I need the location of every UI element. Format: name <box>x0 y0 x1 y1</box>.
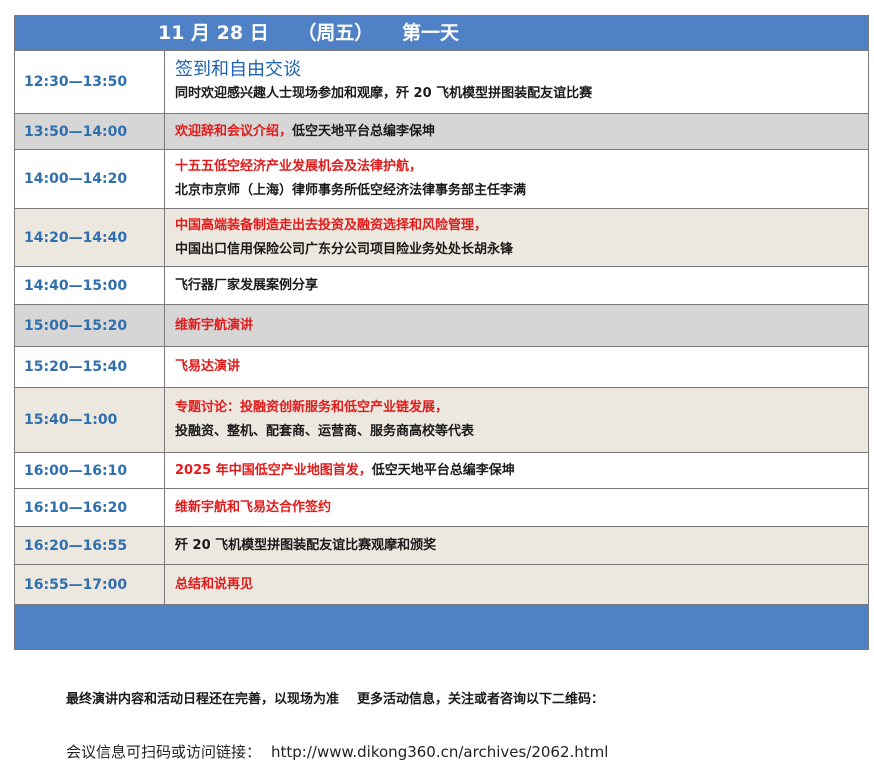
schedule-row: 14:20—14:40 中国高端装备制造走出去投资及融资选择和风险管理， 中国出… <box>15 208 868 266</box>
schedule-row: 16:55—17:00 总结和说再见 <box>15 564 868 604</box>
row-text: 飞行器厂家发展案例分享 <box>175 277 319 293</box>
row-text: 同时欢迎感兴趣人士现场参加和观摩，歼 20 飞机模型拼图装配友谊比赛 <box>175 86 593 101</box>
row-desc: 专题讨论：投融资创新服务和低空产业链发展， 投融资、整机、配套商、运营商、服务商… <box>165 388 868 452</box>
row-text: 总结和说再见 <box>175 576 254 592</box>
row-time: 16:00—16:10 <box>15 453 165 488</box>
row-topic: 十五五低空经济产业发展机会及法律护航， <box>175 159 423 174</box>
row-topic: 中国高端装备制造走出去投资及融资选择和风险管理， <box>175 217 488 233</box>
header-date: 11 月 28 日 <box>158 22 269 44</box>
note-text-2: 更多活动信息，关注或者咨询以下二维码： <box>357 692 605 707</box>
schedule-table: 11 月 28 日 （周五） 第一天 12:30—13:50 签到和自由交谈 同… <box>14 15 869 650</box>
row-time: 16:10—16:20 <box>15 489 165 526</box>
row-text: 欢迎辞和会议介绍，低空天地平台总编李保坤 <box>175 123 868 141</box>
row-desc: 飞易达演讲 <box>165 347 868 387</box>
row-title: 签到和自由交谈 <box>175 59 301 80</box>
row-topic: 专题讨论：投融资创新服务和低空产业链发展， <box>175 400 449 415</box>
header-day: 第一天 <box>402 22 460 44</box>
link-label: 会议信息可扫码或访问链接： <box>66 743 262 761</box>
row-time: 14:00—14:20 <box>15 150 165 208</box>
row-desc: 十五五低空经济产业发展机会及法律护航， 北京市京师（上海）律师事务所低空经济法律… <box>165 150 868 208</box>
schedule-row: 16:20—16:55 歼 20 飞机模型拼图装配友谊比赛观摩和颁奖 <box>15 526 868 564</box>
row-red-text: 2025 年中国低空产业地图首发， <box>175 462 372 478</box>
schedule-row: 15:40—1:00 专题讨论：投融资创新服务和低空产业链发展， 投融资、整机、… <box>15 387 868 452</box>
header-weekday: （周五） <box>297 22 374 44</box>
row-text: 维新宇航演讲 <box>175 317 254 333</box>
schedule-row: 16:00—16:10 2025 年中国低空产业地图首发，低空天地平台总编李保坤 <box>15 452 868 488</box>
schedule-row: 15:20—15:40 飞易达演讲 <box>15 346 868 387</box>
row-time: 14:20—14:40 <box>15 209 165 266</box>
row-desc: 中国高端装备制造走出去投资及融资选择和风险管理， 中国出口信用保险公司广东分公司… <box>165 209 868 266</box>
row-time: 16:20—16:55 <box>15 527 165 564</box>
row-text: 维新宇航和飞易达合作签约 <box>175 499 332 515</box>
schedule-row: 15:00—15:20 维新宇航演讲 <box>15 304 868 346</box>
note-text-1: 最终演讲内容和活动日程还在完善，以现场为准 <box>66 692 340 707</box>
row-speaker: 低空天地平台总编李保坤 <box>292 123 436 139</box>
row-time: 15:00—15:20 <box>15 305 165 346</box>
row-desc: 总结和说再见 <box>165 565 868 604</box>
row-desc: 飞行器厂家发展案例分享 <box>165 267 868 304</box>
row-time: 16:55—17:00 <box>15 565 165 604</box>
row-time: 12:30—13:50 <box>15 51 165 113</box>
row-time: 14:40—15:00 <box>15 267 165 304</box>
footer-bar <box>15 604 868 649</box>
row-red-text: 欢迎辞和会议介绍， <box>175 123 293 139</box>
row-text: 歼 20 飞机模型拼图装配友谊比赛观摩和颁奖 <box>175 537 437 553</box>
schedule-row: 16:10—16:20 维新宇航和飞易达合作签约 <box>15 488 868 526</box>
row-text: 2025 年中国低空产业地图首发，低空天地平台总编李保坤 <box>175 462 868 480</box>
schedule-row: 14:40—15:00 飞行器厂家发展案例分享 <box>15 266 868 304</box>
schedule-row: 14:00—14:20 十五五低空经济产业发展机会及法律护航， 北京市京师（上海… <box>15 149 868 208</box>
info-link-line: 会议信息可扫码或访问链接： http://www.dikong360.cn/arc… <box>66 741 608 762</box>
row-speaker: 低空天地平台总编李保坤 <box>371 462 515 478</box>
schedule-header: 11 月 28 日 （周五） 第一天 <box>15 16 868 50</box>
row-desc: 维新宇航演讲 <box>165 305 868 346</box>
row-time: 13:50—14:00 <box>15 114 165 149</box>
row-speaker: 中国出口信用保险公司广东分公司项目险业务处处长胡永锋 <box>175 241 514 257</box>
row-desc: 2025 年中国低空产业地图首发，低空天地平台总编李保坤 <box>165 453 868 488</box>
row-time: 15:20—15:40 <box>15 347 165 387</box>
row-desc: 签到和自由交谈 同时欢迎感兴趣人士现场参加和观摩，歼 20 飞机模型拼图装配友谊… <box>165 51 868 113</box>
row-desc: 歼 20 飞机模型拼图装配友谊比赛观摩和颁奖 <box>165 527 868 564</box>
row-time: 15:40—1:00 <box>15 388 165 452</box>
schedule-row: 13:50—14:00 欢迎辞和会议介绍，低空天地平台总编李保坤 <box>15 113 868 149</box>
info-link[interactable]: http://www.dikong360.cn/archives/2062.ht… <box>271 743 608 761</box>
schedule-note: 最终演讲内容和活动日程还在完善，以现场为准 更多活动信息，关注或者咨询以下二维码： <box>66 688 604 707</box>
row-desc: 欢迎辞和会议介绍，低空天地平台总编李保坤 <box>165 114 868 149</box>
schedule-row: 12:30—13:50 签到和自由交谈 同时欢迎感兴趣人士现场参加和观摩，歼 2… <box>15 50 868 113</box>
row-text: 飞易达演讲 <box>175 359 241 374</box>
row-desc: 维新宇航和飞易达合作签约 <box>165 489 868 526</box>
row-speaker: 投融资、整机、配套商、运营商、服务商高校等代表 <box>175 424 475 439</box>
row-speaker: 北京市京师（上海）律师事务所低空经济法律事务部主任李满 <box>175 183 527 198</box>
